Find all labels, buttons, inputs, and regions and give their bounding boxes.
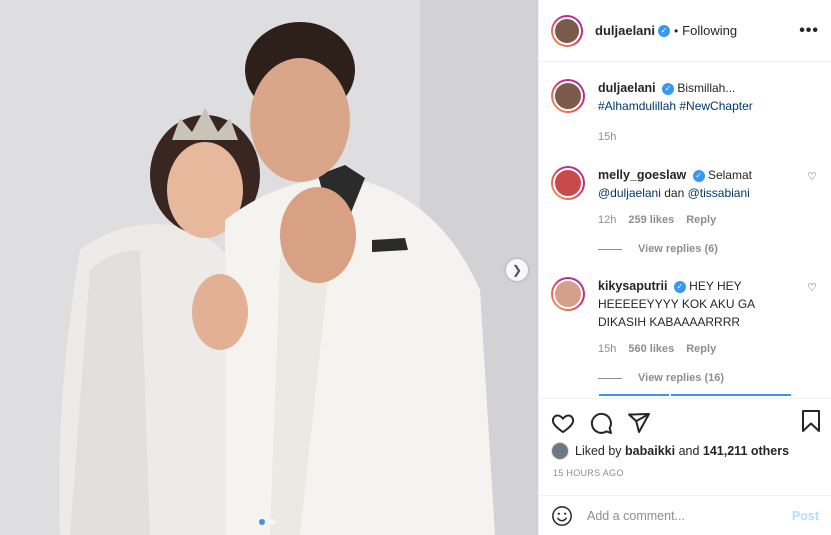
caption-hashtags[interactable]: #Alhamdulillah #NewChapter — [598, 99, 753, 113]
comment-likes[interactable]: 259 likes — [628, 211, 674, 229]
carousel-dot — [269, 519, 275, 525]
comment-input[interactable] — [587, 508, 792, 523]
action-bar — [539, 399, 831, 439]
author-avatar[interactable] — [551, 79, 585, 113]
mention-link[interactable]: @tissabiani — [688, 186, 750, 200]
commenter-avatar[interactable] — [551, 277, 585, 311]
more-options-icon[interactable]: ••• — [799, 22, 819, 40]
comment-time: 15h — [598, 343, 617, 355]
view-replies-label: View replies (16) — [638, 372, 725, 384]
liker-username[interactable]: babaikki — [625, 444, 675, 458]
bookmark-icon[interactable] — [799, 409, 823, 433]
paper-plane-icon[interactable] — [627, 411, 651, 435]
carousel-dot-active — [259, 519, 265, 525]
comment: melly_goeslaw ✓ Selamat @duljaelani dan … — [551, 166, 819, 229]
post-photo[interactable]: ❯ — [0, 0, 538, 535]
divider — [598, 377, 622, 379]
post-button[interactable]: Post — [792, 509, 819, 523]
caption: duljaelani ✓ Bismillah... #Alhamdulillah… — [551, 79, 819, 146]
comment-text-connector: dan — [664, 186, 685, 200]
verified-icon: ✓ — [692, 169, 705, 182]
view-replies-button[interactable]: View replies (16) — [598, 372, 819, 384]
couple-photo-illustration — [0, 0, 538, 535]
separator: • — [673, 23, 679, 38]
caption-username[interactable]: duljaelani — [598, 81, 656, 95]
heart-icon[interactable]: ♡ — [807, 281, 817, 294]
likes-connector: and — [678, 444, 700, 458]
view-replies-label: View replies (6) — [638, 243, 718, 255]
smiley-icon[interactable] — [551, 505, 573, 527]
caption-time: 15h — [598, 131, 617, 143]
author-username[interactable]: duljaelani — [595, 23, 655, 38]
divider — [598, 248, 622, 250]
heart-icon[interactable]: ♡ — [807, 170, 817, 183]
following-button[interactable]: Following — [682, 23, 737, 38]
comments-list[interactable]: duljaelani ✓ Bismillah... #Alhamdulillah… — [539, 63, 831, 395]
verified-icon: ✓ — [657, 24, 670, 37]
scroll-edge-marker — [671, 394, 791, 396]
likes-count[interactable]: 141,211 others — [703, 444, 789, 458]
reply-button[interactable]: Reply — [686, 340, 716, 358]
mention-link[interactable]: @duljaelani — [598, 186, 661, 200]
verified-icon: ✓ — [662, 82, 674, 95]
comment-likes[interactable]: 560 likes — [628, 340, 674, 358]
reply-button[interactable]: Reply — [686, 211, 716, 229]
comment-username[interactable]: kikysaputrii — [598, 279, 667, 293]
post-sidebar: duljaelani ✓ • Following ••• duljaelani … — [538, 0, 831, 535]
carousel-indicator — [259, 519, 275, 525]
view-replies-button[interactable]: View replies (6) — [598, 243, 819, 255]
scroll-edge-marker — [599, 394, 669, 396]
comment-username[interactable]: melly_goeslaw — [598, 168, 686, 182]
author-avatar[interactable] — [551, 14, 583, 47]
caption-text: Bismillah... — [677, 81, 736, 95]
likes-summary: Liked by babaikki and 141,211 others — [539, 442, 831, 460]
heart-icon[interactable] — [551, 411, 575, 435]
next-photo-button[interactable]: ❯ — [506, 259, 528, 281]
comment-time: 12h — [598, 214, 617, 226]
comment-icon[interactable] — [589, 411, 613, 435]
post-actions: Liked by babaikki and 141,211 others 15 … — [539, 398, 831, 535]
likes-prefix: Liked by — [575, 444, 622, 458]
comment: kikysaputrii ✓ HEY HEY HEEEEEYYYY KOK AK… — [551, 277, 819, 358]
liker-avatar[interactable] — [551, 442, 569, 460]
verified-icon: ✓ — [673, 280, 686, 293]
chevron-right-icon: ❯ — [511, 263, 523, 277]
comment-text: Selamat — [707, 168, 752, 182]
post-timestamp[interactable]: 15 HOURS AGO — [539, 468, 831, 478]
post-header: duljaelani ✓ • Following ••• — [539, 0, 831, 62]
add-comment-bar: Post — [539, 495, 831, 535]
commenter-avatar[interactable] — [551, 166, 585, 200]
